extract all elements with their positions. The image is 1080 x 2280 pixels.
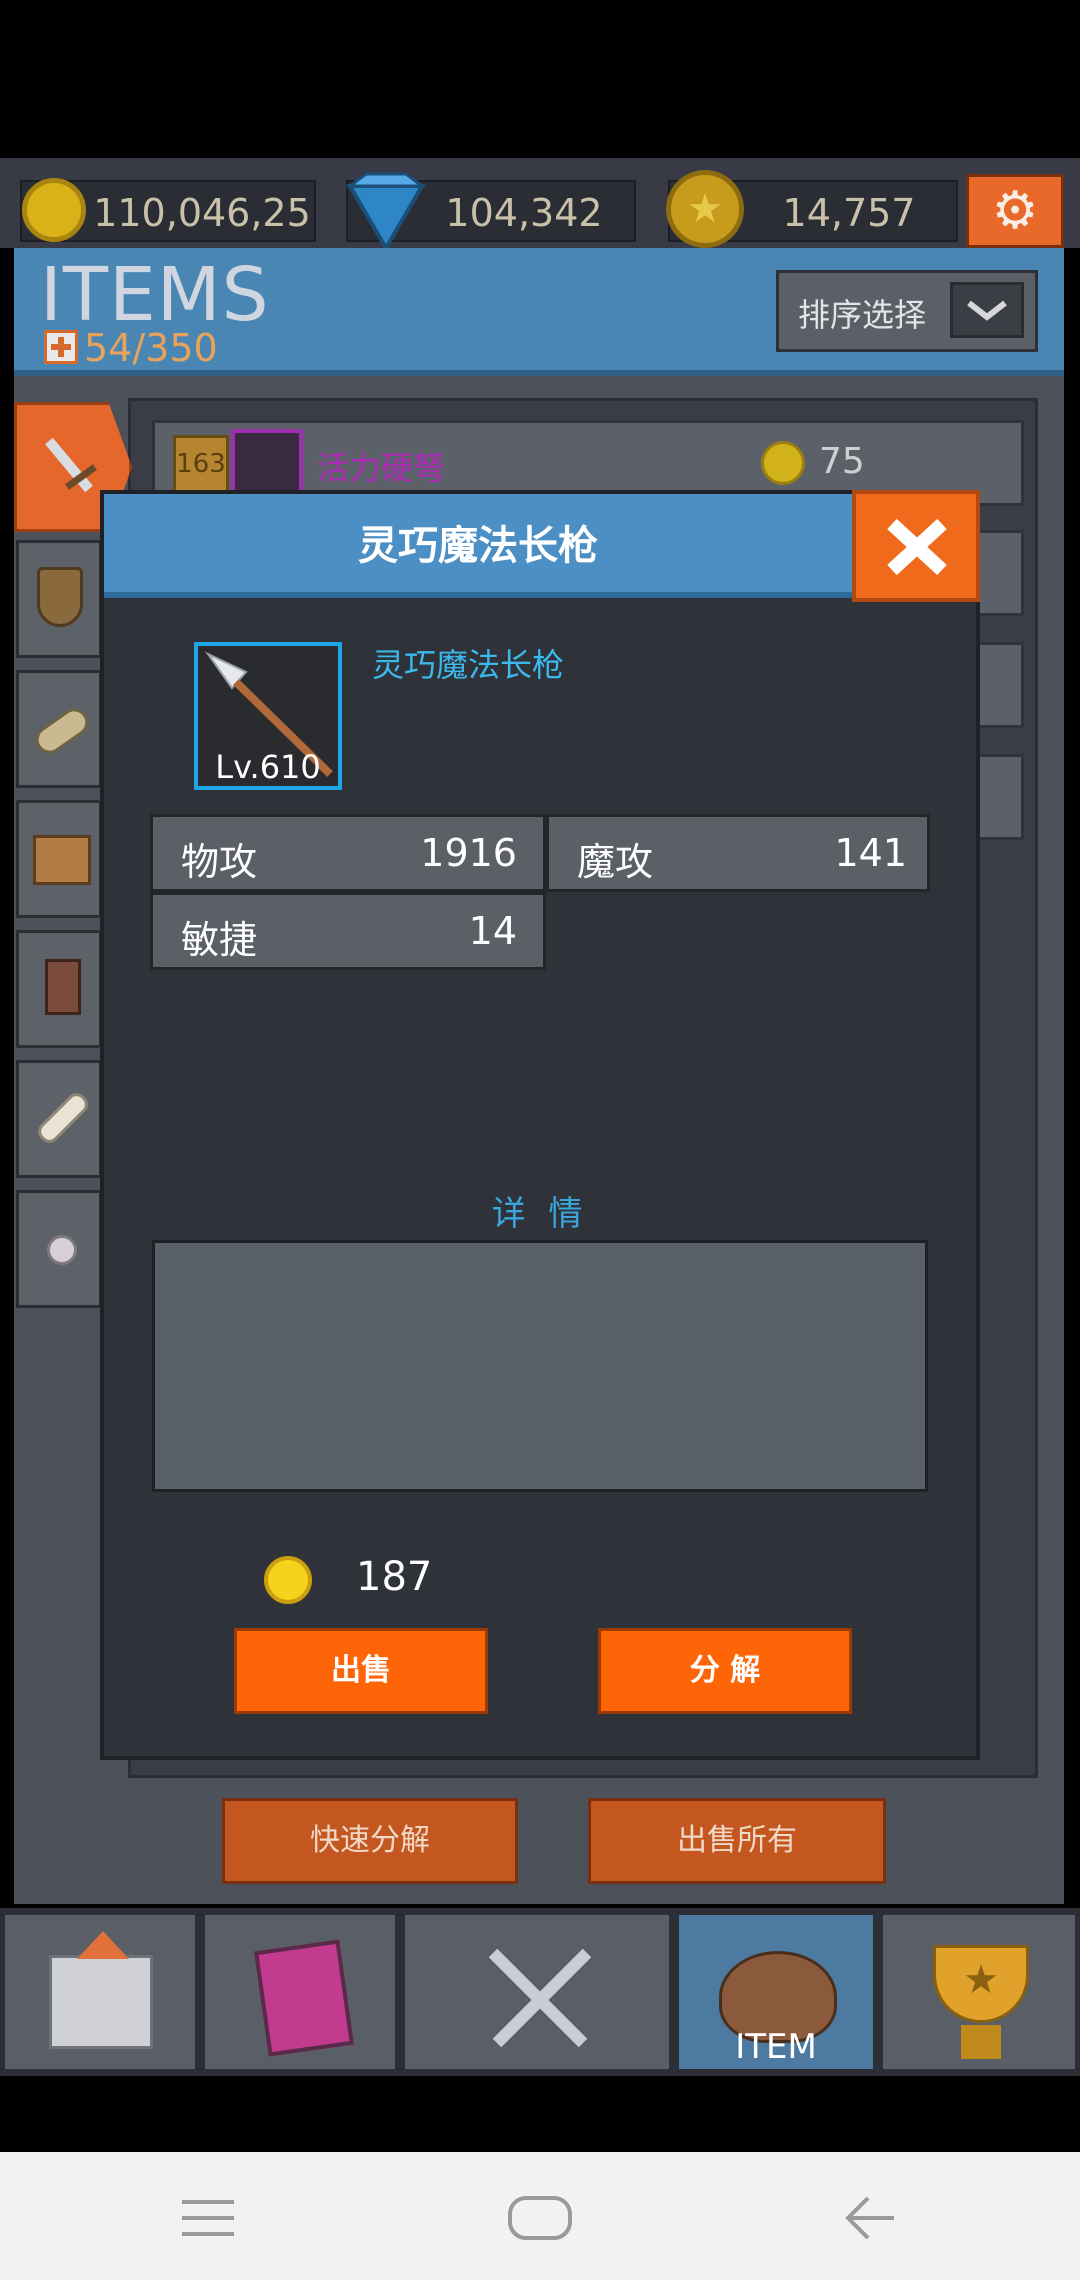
gold-value: 110,046,25 [93, 191, 311, 235]
home-icon[interactable] [508, 2196, 572, 2240]
tab-potions[interactable] [16, 1190, 102, 1308]
stat-physical-attack: 物攻 1916 [150, 814, 546, 892]
sell-price: 187 [356, 1554, 433, 1600]
nav-trophy[interactable]: ★ [880, 1912, 1078, 2072]
stat-magic-attack: 魔攻 141 [546, 814, 930, 892]
coin-icon [761, 441, 805, 485]
chevron-down-icon[interactable] [950, 282, 1024, 338]
details-label: 详 情 [491, 1194, 589, 1234]
menu-icon[interactable] [180, 2198, 236, 2238]
item-level: Lv.610 [215, 748, 321, 786]
inventory-capacity: 54/350 [84, 326, 218, 370]
hero-card-icon [254, 1939, 354, 2057]
level-shield-icon: 163 [173, 435, 229, 493]
shield-icon [37, 567, 83, 627]
gem-value: 104,342 [445, 191, 603, 235]
settings-gear-icon[interactable]: ⚙ [966, 174, 1064, 248]
chest-icon [33, 835, 91, 885]
nav-item[interactable]: ITEM [676, 1912, 876, 2072]
stat-label: 魔攻 [577, 840, 654, 884]
sword-icon [45, 437, 98, 493]
tab-materials[interactable] [16, 670, 102, 788]
castle-icon [49, 1955, 153, 2049]
tab-chests[interactable] [16, 800, 102, 918]
item-name: 活力硬弩 [317, 449, 446, 487]
nav-battle[interactable] [402, 1912, 672, 2072]
item-price: 75 [819, 441, 865, 482]
stat-value: 1916 [420, 831, 517, 875]
stat-label: 物攻 [181, 840, 258, 884]
decompose-button[interactable]: 分 解 [598, 1628, 852, 1714]
close-icon [887, 518, 947, 576]
nav-castle[interactable] [2, 1912, 198, 2072]
medal-value: 14,757 [782, 191, 916, 235]
stat-label: 敏捷 [181, 918, 258, 962]
close-button[interactable] [852, 490, 980, 602]
castle-roof-icon [77, 1931, 129, 1959]
plus-icon[interactable] [44, 330, 78, 364]
sort-label: 排序选择 [798, 296, 927, 334]
tab-scrolls[interactable] [16, 1060, 102, 1178]
scroll-icon [34, 1089, 92, 1147]
item-name: 灵巧魔法长枪 [372, 646, 565, 684]
trophy-base [961, 2025, 1001, 2059]
stat-agility: 敏捷 14 [150, 892, 546, 970]
stat-value: 14 [468, 909, 517, 953]
gem-icon [345, 172, 427, 252]
trophy-icon: ★ [933, 1945, 1029, 2023]
crossed-swords-icon [488, 1948, 592, 2048]
back-arrow-icon[interactable] [842, 2194, 898, 2242]
coin-icon [264, 1556, 312, 1604]
stat-value: 141 [834, 831, 907, 875]
potion-icon [47, 1235, 77, 1265]
quick-decompose-button[interactable]: 快速分解 [222, 1798, 518, 1884]
gold-coin-icon [22, 178, 86, 242]
sell-all-button[interactable]: 出售所有 [588, 1798, 886, 1884]
nav-item-label: ITEM [735, 2027, 817, 2067]
sell-button[interactable]: 出售 [234, 1628, 488, 1714]
tab-books[interactable] [16, 930, 102, 1048]
dialog-title: 灵巧魔法长枪 [358, 523, 598, 569]
details-box [152, 1240, 928, 1492]
medal-icon: ★ [666, 170, 744, 248]
nav-heroes[interactable] [202, 1912, 398, 2072]
tab-armor[interactable] [16, 540, 102, 658]
book-icon [45, 959, 81, 1015]
log-icon [30, 702, 94, 760]
